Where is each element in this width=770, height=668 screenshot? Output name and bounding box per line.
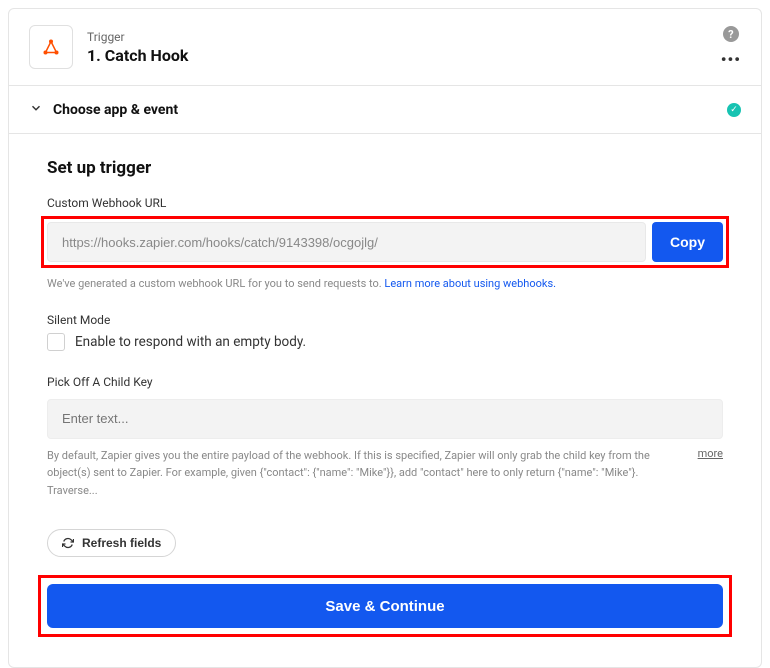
silent-mode-row: Enable to respond with an empty body.	[47, 333, 723, 351]
more-menu-icon[interactable]: •••	[721, 52, 741, 68]
step-title: 1. Catch Hook	[87, 46, 721, 65]
more-link[interactable]: more	[698, 447, 723, 460]
silent-mode-checkbox[interactable]	[47, 333, 65, 351]
refresh-icon	[62, 537, 74, 549]
webhooks-icon	[40, 36, 62, 58]
child-key-label: Pick Off A Child Key	[47, 375, 723, 389]
step-type-label: Trigger	[87, 30, 721, 44]
child-key-description: By default, Zapier gives you the entire …	[47, 447, 682, 500]
save-highlight: Save & Continue	[38, 575, 732, 637]
webhook-url-row: Copy	[47, 222, 723, 262]
header-text: Trigger 1. Catch Hook	[87, 30, 721, 65]
section-title: Choose app & event	[53, 102, 727, 118]
setup-heading: Set up trigger	[47, 158, 723, 178]
webhook-helper-text: We've generated a custom webhook URL for…	[47, 276, 723, 293]
step-header: Trigger 1. Catch Hook ? •••	[9, 9, 761, 86]
silent-mode-label: Silent Mode	[47, 313, 723, 327]
helper-text-pre: We've generated a custom webhook URL for…	[47, 277, 384, 290]
help-icon[interactable]: ?	[723, 26, 739, 42]
webhook-url-label: Custom Webhook URL	[47, 196, 723, 210]
learn-more-link[interactable]: Learn more about using webhooks.	[384, 277, 556, 290]
setup-body: Set up trigger Custom Webhook URL Copy W…	[9, 134, 761, 667]
webhook-url-highlight: Copy	[41, 216, 729, 268]
chevron-down-icon	[29, 100, 43, 119]
choose-app-section[interactable]: Choose app & event ✓	[9, 86, 761, 134]
webhook-url-input[interactable]	[47, 222, 646, 262]
check-complete-icon: ✓	[727, 103, 741, 117]
copy-button[interactable]: Copy	[652, 222, 723, 262]
trigger-step-card: Trigger 1. Catch Hook ? ••• Choose app &…	[8, 8, 762, 668]
refresh-fields-button[interactable]: Refresh fields	[47, 529, 176, 557]
child-key-desc-row: By default, Zapier gives you the entire …	[47, 447, 723, 500]
silent-mode-field: Silent Mode Enable to respond with an em…	[47, 313, 723, 351]
child-key-input[interactable]	[47, 399, 723, 439]
refresh-fields-label: Refresh fields	[82, 536, 161, 550]
silent-mode-checkbox-label: Enable to respond with an empty body.	[75, 334, 306, 350]
app-icon-box	[29, 25, 73, 69]
header-actions: ? •••	[721, 26, 741, 68]
save-continue-button[interactable]: Save & Continue	[47, 584, 723, 628]
child-key-field: Pick Off A Child Key By default, Zapier …	[47, 375, 723, 500]
